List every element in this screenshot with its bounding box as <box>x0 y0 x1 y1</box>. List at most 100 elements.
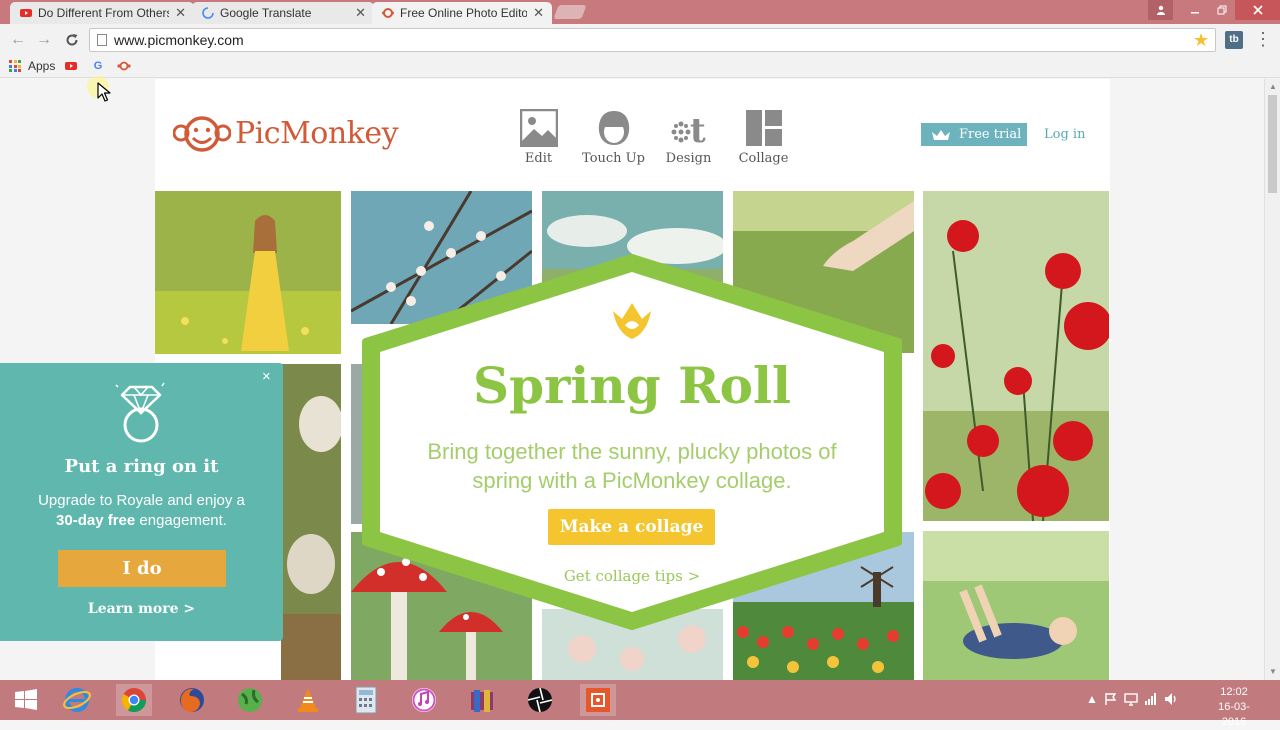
photo-eggs-nest <box>281 364 341 680</box>
spring-roll-content: Spring Roll Bring together the sunny, pl… <box>362 254 902 630</box>
new-tab-button[interactable] <box>553 5 587 19</box>
page-viewport: PicMonkey Edit Touch Up t Design Collage… <box>0 79 1264 680</box>
tab-title: Free Online Photo Editor <box>400 6 528 20</box>
tab-youtube[interactable]: Do Different From Others ✕ <box>10 2 194 24</box>
bookmarks-bar: Apps G <box>0 56 1280 78</box>
chrome-icon[interactable] <box>116 684 152 716</box>
back-arrow-icon[interactable]: ← <box>8 30 28 50</box>
tab-google-translate[interactable]: Google Translate ✕ <box>192 2 374 24</box>
browser-toolbar: ← → www.picmonkey.com <box>0 24 1280 56</box>
nav-edit[interactable]: Edit <box>501 109 576 166</box>
face-icon <box>598 111 629 145</box>
monitor-icon[interactable] <box>1124 692 1138 706</box>
aperture-icon[interactable] <box>522 684 558 716</box>
brand-wordmark: PicMonkey <box>235 115 399 151</box>
itunes-icon[interactable] <box>406 684 442 716</box>
photo-red-poppies <box>923 191 1109 521</box>
internet-explorer-icon[interactable] <box>59 684 95 716</box>
scroll-down-icon[interactable]: ▼ <box>1269 667 1277 676</box>
svg-text:t: t <box>690 111 706 147</box>
scroll-up-icon[interactable]: ▲ <box>1269 82 1277 91</box>
free-trial-button[interactable]: Free trial <box>921 123 1027 146</box>
page-icon <box>97 34 107 46</box>
card-subtitle: Bring together the sunny, plucky photos … <box>427 439 837 493</box>
mouse-cursor-icon <box>97 82 111 102</box>
windows-start-icon[interactable] <box>8 684 44 716</box>
windows-taskbar: ▲ 12:02 16-03-2016 <box>0 680 1280 728</box>
nav-label: Touch Up <box>582 151 645 166</box>
promo-title: Put a ring on it <box>64 456 219 477</box>
collage-grid-icon <box>745 110 782 146</box>
collage-tips-link[interactable]: Get collage tips > <box>362 567 902 585</box>
volume-icon[interactable] <box>1164 692 1178 706</box>
promo-highlight: 30-day free <box>56 512 136 529</box>
reload-icon[interactable] <box>62 30 82 50</box>
tab-picmonkey[interactable]: Free Online Photo Editor ✕ <box>372 2 552 24</box>
learn-more-link[interactable]: Learn more > <box>0 601 283 617</box>
promo-close-icon[interactable]: × <box>262 368 271 385</box>
restore-icon[interactable] <box>1208 0 1235 20</box>
picmonkey-bookmark-icon[interactable] <box>117 59 131 73</box>
tab-close-icon[interactable]: ✕ <box>355 5 366 21</box>
nav-label: Collage <box>738 151 789 166</box>
vlc-icon[interactable] <box>290 684 326 716</box>
user-profile-icon[interactable] <box>1148 0 1173 20</box>
address-bar[interactable]: www.picmonkey.com <box>89 28 1216 52</box>
nav-label: Edit <box>524 151 553 166</box>
apps-grid-icon[interactable] <box>9 60 21 72</box>
picmonkey-logo[interactable]: PicMonkey <box>173 113 399 153</box>
nav-touch-up[interactable]: Touch Up <box>576 109 651 166</box>
promo-body: Upgrade to Royale and enjoy a 30-day fre… <box>20 491 263 531</box>
calculator-icon[interactable] <box>348 684 384 716</box>
nav-design[interactable]: t Design <box>651 109 726 166</box>
extension-icon[interactable]: tb <box>1225 31 1243 49</box>
winrar-icon[interactable] <box>464 684 500 716</box>
forward-arrow-icon[interactable]: → <box>34 30 54 50</box>
tab-title: Do Different From Others <box>38 6 170 20</box>
minimize-icon[interactable] <box>1181 0 1208 20</box>
browser-titlebar: Do Different From Others ✕ Google Transl… <box>0 0 1280 24</box>
make-collage-button[interactable]: Make a collage <box>548 509 715 545</box>
youtube-bookmark-icon[interactable] <box>64 59 78 73</box>
browser-menu-icon[interactable]: ⋮ <box>1254 29 1272 49</box>
apps-label[interactable]: Apps <box>28 59 55 73</box>
tab-title: Google Translate <box>220 6 312 20</box>
free-trial-label: Free trial <box>959 127 1022 142</box>
promo-body-text: engagement. <box>139 512 227 529</box>
globe-icon[interactable] <box>232 684 268 716</box>
close-window-icon[interactable] <box>1235 0 1280 20</box>
clock-time: 12:02 <box>1220 686 1248 698</box>
flag-icon[interactable] <box>1104 692 1118 706</box>
i-do-button[interactable]: I do <box>58 550 226 587</box>
picmonkey-page: PicMonkey Edit Touch Up t Design Collage… <box>155 79 1110 680</box>
page-scrollbar[interactable]: ▲ ▼ <box>1264 79 1280 680</box>
royale-promo-panel: × Put a ring on it Upgrade to Royale and… <box>0 363 283 641</box>
monkey-logo-icon <box>173 116 231 152</box>
diamond-ring-icon <box>115 382 165 443</box>
system-tray: ▲ <box>1086 692 1178 706</box>
tab-close-icon[interactable]: ✕ <box>533 5 544 21</box>
google-bookmark-icon[interactable]: G <box>91 59 105 73</box>
image-icon <box>519 109 558 147</box>
scroll-thumb[interactable] <box>1268 95 1277 193</box>
youtube-icon <box>20 9 32 17</box>
photo-child-in-grass <box>923 531 1109 680</box>
bookmark-star-icon[interactable]: ★ <box>1193 30 1209 51</box>
network-icon[interactable] <box>1144 692 1158 706</box>
photo-woman-yellow-dress <box>155 191 341 354</box>
loading-spinner-icon <box>202 7 214 19</box>
window-controls <box>1148 0 1280 20</box>
main-nav: Edit Touch Up t Design Collage <box>501 109 801 166</box>
crown-icon <box>932 130 950 140</box>
taskbar-clock[interactable]: 12:02 16-03-2016 <box>1206 685 1262 730</box>
show-hidden-icons-icon[interactable]: ▲ <box>1086 692 1098 706</box>
login-link[interactable]: Log in <box>1044 127 1085 142</box>
firefox-icon[interactable] <box>174 684 210 716</box>
app-icon[interactable] <box>580 684 616 716</box>
card-title: Spring Roll <box>472 356 792 415</box>
nav-collage[interactable]: Collage <box>726 109 801 166</box>
tab-close-icon[interactable]: ✕ <box>175 5 186 21</box>
picmonkey-icon <box>382 8 394 18</box>
nav-label: Design <box>665 151 712 166</box>
clock-date: 16-03-2016 <box>1218 701 1250 728</box>
